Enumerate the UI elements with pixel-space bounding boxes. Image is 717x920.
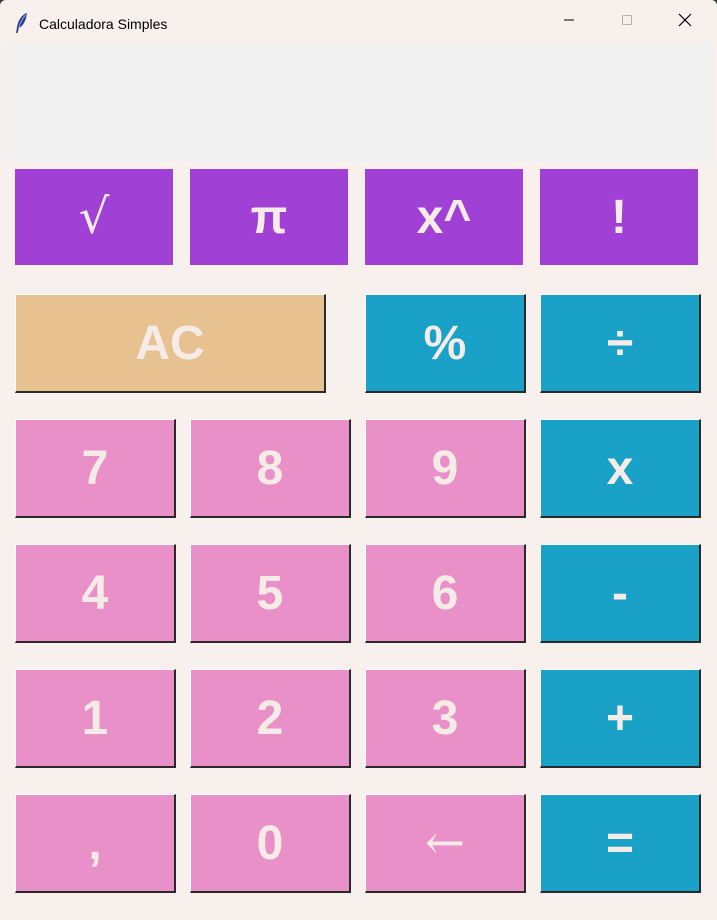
window-title: Calculadora Simples (39, 16, 168, 32)
feather-icon (14, 12, 30, 34)
sqrt-button[interactable]: √ (15, 169, 173, 265)
minimize-button[interactable] (541, 0, 597, 44)
digit-5-button[interactable]: 5 (190, 544, 351, 643)
multiply-label: x (606, 441, 634, 495)
digit-2-button[interactable]: 2 (190, 669, 351, 768)
title-bar[interactable]: Calculadora Simples (0, 0, 717, 44)
clear-button[interactable]: AC (15, 294, 326, 393)
plus-label: + (605, 691, 635, 745)
sqrt-label: √ (78, 189, 110, 245)
digit-9-button[interactable]: 9 (365, 419, 526, 518)
digit-9-label: 9 (431, 441, 459, 495)
pi-label: π (250, 190, 288, 244)
digit-4-label: 4 (81, 566, 109, 620)
factorial-label: ! (611, 190, 627, 244)
percent-label: % (423, 316, 467, 370)
close-icon (678, 13, 692, 32)
percent-button[interactable]: % (365, 294, 526, 393)
maximize-icon (621, 13, 633, 31)
minus-button[interactable]: - (540, 544, 701, 643)
factorial-button[interactable]: ! (540, 169, 698, 265)
digit-0-button[interactable]: 0 (190, 794, 351, 893)
equals-label: = (605, 816, 635, 870)
power-label: x^ (416, 190, 472, 244)
digit-6-button[interactable]: 6 (365, 544, 526, 643)
digit-1-label: 1 (81, 691, 109, 745)
comma-label: , (88, 816, 102, 870)
digit-7-button[interactable]: 7 (15, 419, 176, 518)
comma-button[interactable]: , (15, 794, 176, 893)
calculator-window: Calculadora Simples √ π x^ ! AC % ÷ 7 8 … (0, 0, 717, 920)
backspace-button[interactable]: ← (365, 794, 526, 893)
digit-3-button[interactable]: 3 (365, 669, 526, 768)
digit-4-button[interactable]: 4 (15, 544, 176, 643)
digit-5-label: 5 (256, 566, 284, 620)
clear-label: AC (135, 316, 205, 370)
power-button[interactable]: x^ (365, 169, 523, 265)
digit-3-label: 3 (431, 691, 459, 745)
minus-label: - (612, 566, 628, 620)
plus-button[interactable]: + (540, 669, 701, 768)
equals-button[interactable]: = (540, 794, 701, 893)
pi-button[interactable]: π (190, 169, 348, 265)
digit-0-label: 0 (256, 816, 284, 870)
digit-8-button[interactable]: 8 (190, 419, 351, 518)
maximize-button[interactable] (599, 0, 655, 44)
digit-7-label: 7 (81, 441, 109, 495)
digit-2-label: 2 (256, 691, 284, 745)
digit-6-label: 6 (431, 566, 459, 620)
divide-label: ÷ (606, 316, 634, 370)
close-button[interactable] (657, 0, 713, 44)
digit-8-label: 8 (256, 441, 284, 495)
digit-1-button[interactable]: 1 (15, 669, 176, 768)
divide-button[interactable]: ÷ (540, 294, 701, 393)
backspace-label: ← (424, 815, 466, 871)
minimize-icon (563, 13, 575, 31)
multiply-button[interactable]: x (540, 419, 701, 518)
calculator-display[interactable] (3, 44, 714, 162)
